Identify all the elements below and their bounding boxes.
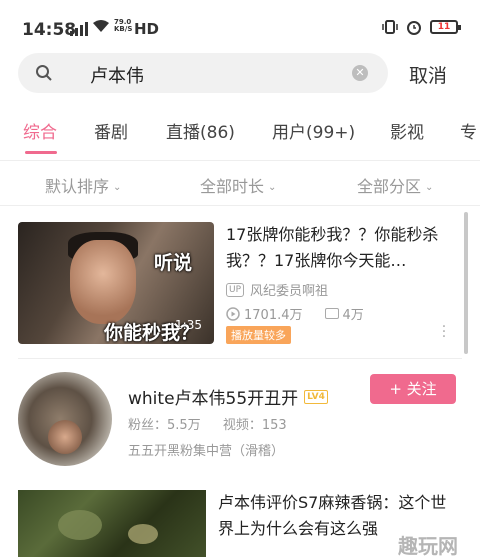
status-time: 14:58 bbox=[22, 20, 77, 40]
chevron-down-icon: ⌄ bbox=[425, 182, 434, 193]
status-right-icons: 11 bbox=[382, 19, 461, 35]
cancel-button[interactable]: 取消 bbox=[409, 61, 447, 88]
network-speed-unit: KB/S bbox=[114, 25, 133, 33]
search-bar[interactable]: 卢本伟 ✕ bbox=[18, 53, 388, 93]
scrollbar[interactable] bbox=[464, 212, 468, 354]
user-signature: 五五开黑粉集中营（滑稽） bbox=[128, 444, 285, 459]
watermark: 趣玩网 bbox=[398, 534, 458, 557]
video-thumbnail[interactable] bbox=[18, 490, 206, 557]
status-bar: 14:58 79.0 KB/S HD 11 bbox=[0, 0, 480, 44]
up-icon: UP bbox=[226, 282, 245, 297]
wifi-icon bbox=[93, 20, 109, 32]
avatar[interactable] bbox=[18, 372, 112, 466]
battery-icon: 11 bbox=[430, 20, 461, 34]
avatar-figure bbox=[48, 420, 82, 454]
user-name-text: white卢本伟55开丑开 bbox=[128, 389, 299, 409]
result-tabs: 综合 番剧 直播(86) 用户(99+) 影视 专 bbox=[0, 104, 480, 154]
filter-category[interactable]: 全部分区 ⌄ bbox=[357, 173, 433, 197]
user-stats: 粉丝：5.5万 视频：153 bbox=[128, 414, 305, 433]
thumbnail-caption-top: 听说 bbox=[154, 252, 193, 274]
tab-live[interactable]: 直播(86) bbox=[166, 118, 235, 143]
thumbnail-figure-face bbox=[70, 240, 136, 324]
user-fans: 粉丝：5.5万 bbox=[128, 418, 201, 433]
danmaku-count: 4万 bbox=[342, 308, 364, 323]
search-input[interactable]: 卢本伟 bbox=[90, 62, 144, 88]
video-duration: 1:35 bbox=[175, 318, 202, 332]
tab-movies[interactable]: 影视 bbox=[390, 118, 424, 143]
hd-indicator: HD bbox=[134, 20, 160, 38]
user-name[interactable]: white卢本伟55开丑开 LV4 bbox=[128, 384, 328, 409]
clear-icon[interactable]: ✕ bbox=[352, 65, 368, 81]
chevron-down-icon: ⌄ bbox=[113, 182, 122, 193]
filter-sort-label: 默认排序 bbox=[45, 177, 110, 196]
alarm-icon bbox=[407, 21, 421, 35]
play-count: 1701.4万 bbox=[244, 308, 303, 323]
tab-all[interactable]: 综合 bbox=[23, 118, 57, 143]
filter-category-label: 全部分区 bbox=[357, 177, 422, 196]
chevron-down-icon: ⌄ bbox=[268, 182, 277, 193]
tab-active-indicator bbox=[25, 151, 57, 154]
filter-duration[interactable]: 全部时长 ⌄ bbox=[200, 173, 276, 197]
cellular-signal-icon bbox=[70, 22, 88, 36]
filter-duration-label: 全部时长 bbox=[200, 177, 265, 196]
more-options-icon[interactable]: · · · bbox=[441, 320, 447, 344]
user-videos: 视频：153 bbox=[222, 418, 287, 433]
vibrate-icon bbox=[382, 20, 398, 34]
tab-users[interactable]: 用户(99+) bbox=[272, 118, 355, 143]
danmaku-icon bbox=[324, 308, 339, 319]
tab-bangumi[interactable]: 番剧 bbox=[94, 118, 128, 143]
divider bbox=[18, 358, 462, 359]
filter-bar: 默认排序 ⌄ 全部时长 ⌄ 全部分区 ⌄ bbox=[0, 160, 480, 206]
search-icon bbox=[36, 65, 52, 81]
video-thumbnail[interactable]: 听说 你能秒我？ 1:35 bbox=[18, 222, 214, 344]
thumbnail-scene-shape bbox=[128, 524, 158, 544]
play-count-icon bbox=[226, 306, 240, 321]
network-speed: 79.0 KB/S bbox=[114, 19, 132, 33]
uploader-name: 风纪委员啊祖 bbox=[250, 284, 329, 299]
level-badge: LV4 bbox=[304, 389, 328, 404]
video-title[interactable]: 17张牌你能秒我？？你能秒杀我？？17张牌你今天能… bbox=[226, 222, 452, 274]
video-stats: 1701.4万 4万 bbox=[226, 304, 364, 323]
video-uploader[interactable]: UP 风纪委员啊祖 bbox=[226, 280, 328, 299]
tab-special[interactable]: 专 bbox=[460, 118, 477, 143]
filter-sort[interactable]: 默认排序 ⌄ bbox=[45, 173, 121, 197]
follow-button[interactable]: + 关注 bbox=[370, 374, 456, 404]
hot-tag: 播放量较多 bbox=[226, 326, 291, 344]
thumbnail-scene-shape bbox=[58, 510, 102, 540]
